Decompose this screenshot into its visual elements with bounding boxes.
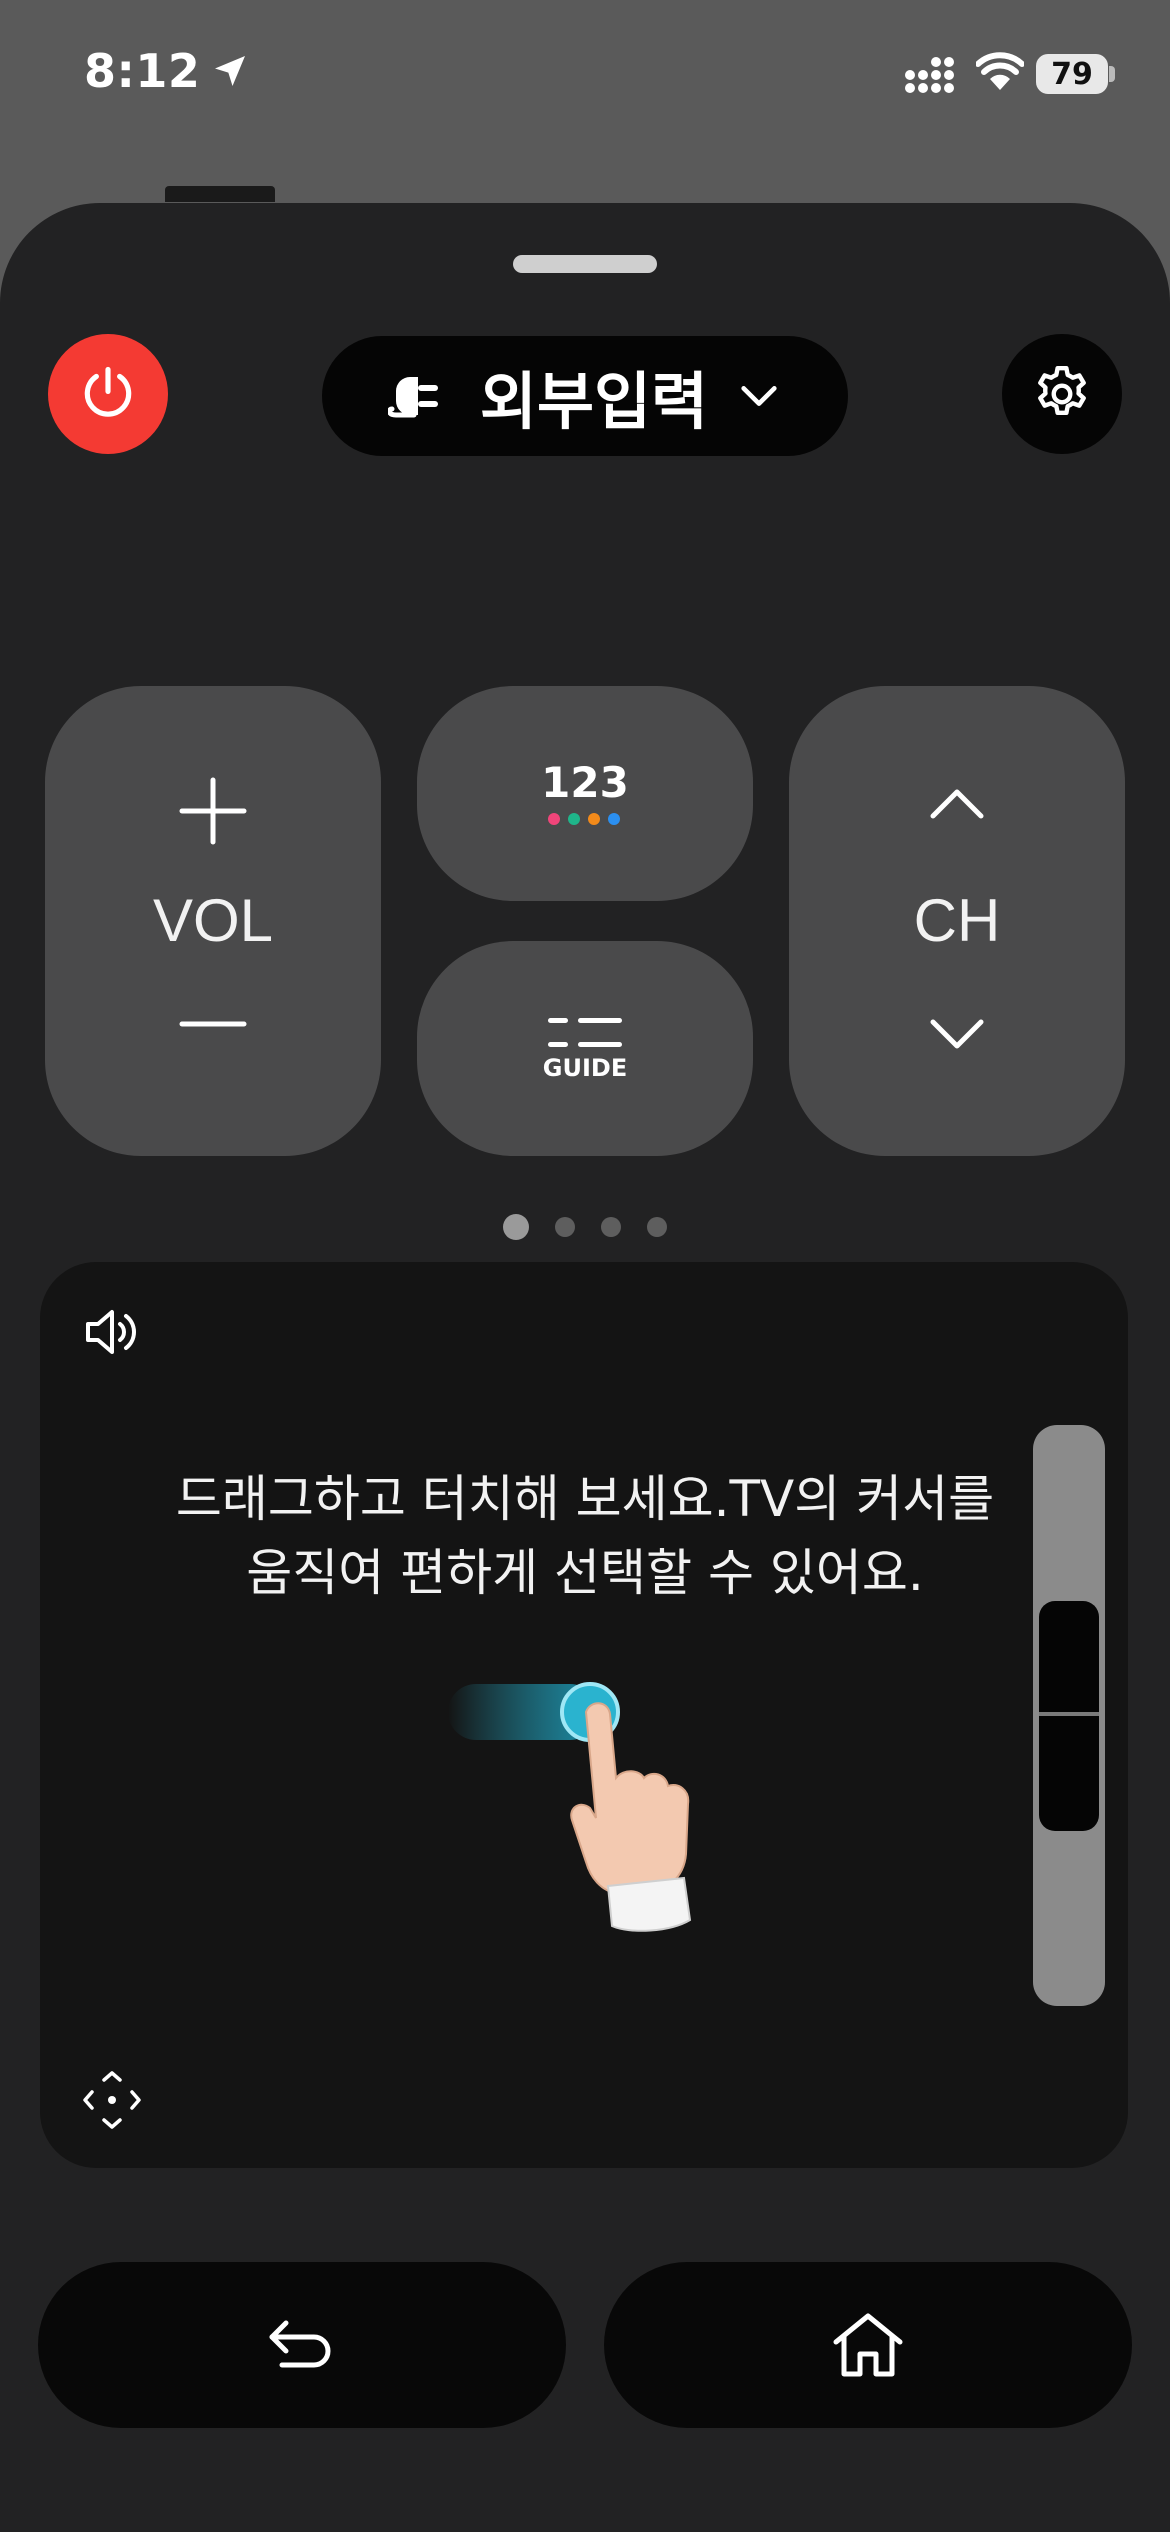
drag-gesture-illustration	[448, 1682, 692, 1932]
page-dot[interactable]	[555, 1217, 575, 1237]
page-dot[interactable]	[503, 1214, 529, 1240]
page-indicator	[0, 1214, 1170, 1240]
color-dots-icon	[548, 812, 620, 825]
channel-down-button[interactable]	[927, 1016, 987, 1052]
volume-pad: VOL	[45, 686, 381, 1156]
battery-tip	[1109, 66, 1115, 82]
guide-label: GUIDE	[542, 1053, 628, 1082]
power-button[interactable]	[48, 334, 168, 454]
status-time-text: 8:12	[84, 44, 201, 98]
speaker-icon[interactable]	[82, 1304, 142, 1360]
number-keypad-label: 123	[541, 757, 629, 807]
touchpad-hint-line1: 드래그하고 터치해 보세요.TV의 커서를	[175, 1470, 995, 1528]
battery-indicator: 79	[1036, 54, 1108, 94]
home-button[interactable]	[604, 2262, 1132, 2428]
page-dot[interactable]	[601, 1217, 621, 1237]
number-keypad-button[interactable]: 123	[417, 686, 753, 901]
page-dot[interactable]	[647, 1217, 667, 1237]
volume-up-button[interactable]	[178, 776, 248, 846]
scroll-thumb-divider	[1039, 1712, 1099, 1716]
back-button[interactable]	[38, 2262, 566, 2428]
back-arrow-icon	[269, 2320, 331, 2368]
channel-up-button[interactable]	[927, 786, 987, 822]
input-source-label: 외부입력	[479, 365, 709, 438]
channel-pad: CH	[789, 686, 1125, 1156]
chevron-down-icon	[741, 386, 777, 406]
status-bar-time: 8:12	[84, 44, 250, 98]
sheet-grabber[interactable]	[513, 255, 657, 273]
dpad-icon[interactable]	[82, 2070, 142, 2130]
volume-label: VOL	[152, 887, 274, 954]
scroll-thumb[interactable]	[1039, 1601, 1099, 1831]
touchpad-hint-line2: 움직여 편하게 선택할 수 있어요.	[246, 1544, 924, 1602]
guide-button[interactable]: GUIDE	[417, 941, 753, 1156]
input-plug-icon	[387, 377, 438, 418]
power-icon	[84, 366, 132, 417]
location-arrow-icon	[215, 56, 246, 86]
channel-label: CH	[913, 887, 1001, 954]
gear-icon	[1038, 365, 1086, 416]
volume-down-button[interactable]	[178, 1016, 248, 1032]
cellular-signal-icon	[905, 57, 954, 93]
touchpad-hint: 드래그하고 터치해 보세요.TV의 커서를 움직여 편하게 선택할 수 있어요.	[100, 1462, 1070, 1610]
battery-level: 79	[1051, 56, 1093, 92]
background-peek	[165, 186, 285, 202]
wifi-icon	[976, 52, 1024, 90]
settings-button[interactable]	[1002, 334, 1122, 454]
input-source-selector[interactable]: 외부입력	[322, 336, 848, 456]
home-icon	[833, 2313, 903, 2377]
guide-list-icon	[548, 1017, 622, 1047]
